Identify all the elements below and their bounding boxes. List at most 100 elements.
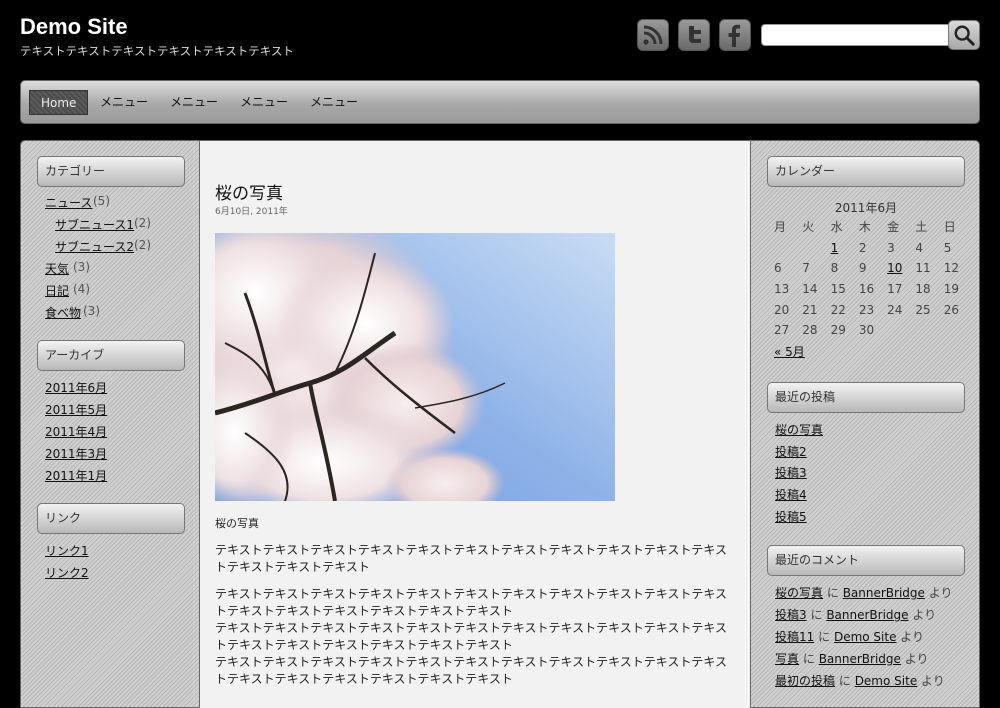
calendar-day: 26 <box>943 302 959 317</box>
comment-post-link[interactable]: 写真 <box>775 652 799 666</box>
recent-posts-title: 最近の投稿 <box>767 382 965 413</box>
calendar-day-link[interactable]: 1 <box>824 238 852 259</box>
archive-link[interactable]: 2011年5月 <box>45 401 107 418</box>
calendar-day: 13 <box>774 282 790 297</box>
comment-author-link[interactable]: BannerBridge <box>843 586 925 600</box>
comment-author-link[interactable]: BannerBridge <box>819 652 901 666</box>
calendar-day: 27 <box>774 323 790 338</box>
calendar-day: 24 <box>887 302 903 317</box>
comment-connector: に <box>826 586 839 600</box>
category-count: (5) <box>93 194 110 208</box>
nav-menu-1[interactable]: メニュー <box>100 90 148 115</box>
twitter-button[interactable] <box>678 19 710 51</box>
recent-comments-title: 最近のコメント <box>767 545 965 576</box>
archive-link[interactable]: 2011年1月 <box>45 467 107 484</box>
post-paragraph: テキストテキストテキストテキストテキストテキストテキストテキストテキストテキスト… <box>215 587 728 686</box>
calendar-day: 30 <box>858 323 875 338</box>
calendar-weekday: 木 <box>858 220 871 234</box>
category-link[interactable]: ニュース <box>45 194 92 211</box>
post-date: 6月10日, 2011年 <box>215 207 288 217</box>
recent-post-link[interactable]: 投稿5 <box>775 508 807 525</box>
nav-home[interactable]: Home <box>29 90 89 115</box>
recent-post-link[interactable]: 桜の写真 <box>775 421 823 438</box>
comment-connector: に <box>838 674 851 688</box>
category-link[interactable]: サブニュース1 <box>55 216 134 233</box>
calendar-weekday: 土 <box>915 220 928 234</box>
calendar-day: 28 <box>802 323 818 338</box>
post-title[interactable]: 桜の写真 <box>215 179 283 204</box>
nav-menu-4[interactable]: メニュー <box>310 90 358 115</box>
comment-suffix: より <box>921 674 945 688</box>
calendar-day: 17 <box>887 282 903 297</box>
calendar-weekday: 日 <box>943 220 956 234</box>
calendar-week-row: 27 28 29 30 <box>767 320 965 341</box>
category-link[interactable]: サブニュース2 <box>55 238 134 255</box>
calendar-day: 25 <box>915 302 931 317</box>
calendar-caption: 2011年6月 <box>834 201 898 215</box>
cherry-blossom-photo <box>215 233 615 501</box>
search-button[interactable] <box>948 20 980 50</box>
rss-button[interactable] <box>637 19 669 51</box>
calendar-day <box>767 238 795 259</box>
categories-title: カテゴリー <box>37 156 185 187</box>
comment-post-link[interactable]: 投稿11 <box>775 630 814 644</box>
comment-author-link[interactable]: Demo Site <box>834 630 897 644</box>
category-link[interactable]: 日記 <box>45 282 69 299</box>
calendar-day: 18 <box>915 282 931 297</box>
category-link[interactable]: 食べ物 <box>45 304 81 321</box>
calendar-prev-month-link[interactable]: « 5月 <box>774 345 805 359</box>
nav-menu-3[interactable]: メニュー <box>240 90 288 115</box>
rss-icon <box>643 25 663 45</box>
recent-post-link[interactable]: 投稿4 <box>775 486 807 503</box>
blogroll-link[interactable]: リンク1 <box>45 542 89 559</box>
calendar-day: 29 <box>830 323 846 338</box>
recent-post-link[interactable]: 投稿2 <box>775 443 807 460</box>
comment-post-link[interactable]: 桜の写真 <box>775 586 823 600</box>
site-header: Demo Site テキストテキストテキストテキストテキストテキスト <box>0 0 1000 80</box>
calendar-day: 3 <box>887 240 895 255</box>
calendar-week-row: 20 21 22 23 24 25 26 <box>767 300 965 321</box>
comment-author-link[interactable]: BannerBridge <box>826 608 908 622</box>
calendar-day-link[interactable]: 10 <box>880 258 908 279</box>
comment-post-link[interactable]: 最初の投稿 <box>775 674 835 688</box>
twitter-icon <box>689 26 701 43</box>
calendar-day: 8 <box>830 261 839 276</box>
archive-link[interactable]: 2011年6月 <box>45 379 107 396</box>
comment-connector: に <box>802 652 815 666</box>
calendar-week-row: 12 3 4 5 <box>767 238 965 259</box>
calendar-day: 6 <box>774 261 782 276</box>
blogroll-link[interactable]: リンク2 <box>45 564 89 581</box>
facebook-icon <box>728 24 741 47</box>
calendar-weekday: 水 <box>830 220 843 234</box>
calendar-day <box>880 320 908 341</box>
calendar-day: 16 <box>858 282 875 297</box>
calendar-weekday: 火 <box>802 220 815 234</box>
search-icon <box>954 25 975 46</box>
facebook-button[interactable] <box>719 19 751 51</box>
calendar-day <box>795 238 823 259</box>
category-count: (4) <box>73 282 90 296</box>
search-input[interactable] <box>761 24 951 46</box>
calendar-grid: 1 2 3 4 5 6 7 8 9 10 11 12 13 14 15 16 17 18 19 20 21 22 23 24 2… <box>767 238 965 341</box>
comment-post-link[interactable]: 投稿3 <box>775 608 807 622</box>
calendar-day: 14 <box>802 282 818 297</box>
recent-comment-item: 投稿3 に BannerBridge より <box>775 606 936 623</box>
calendar-day: 7 <box>802 261 810 276</box>
archive-link[interactable]: 2011年3月 <box>45 445 107 462</box>
recent-post-link[interactable]: 投稿3 <box>775 464 807 481</box>
comment-suffix: より <box>900 630 925 644</box>
calendar-weekday: 金 <box>887 220 900 234</box>
site-title[interactable]: Demo Site <box>20 14 128 40</box>
archive-link[interactable]: 2011年4月 <box>45 423 107 440</box>
comment-author-link[interactable]: Demo Site <box>855 674 918 688</box>
calendar-day: 15 <box>830 282 846 297</box>
calendar-day: 12 <box>943 261 959 276</box>
comment-suffix: より <box>928 586 953 600</box>
recent-comment-item: 写真 に BannerBridge より <box>775 650 929 667</box>
calendar-day: 11 <box>915 261 931 276</box>
category-link[interactable]: 天気 <box>45 260 69 277</box>
calendar: 2011年6月 月火水木金土日 1 2 3 4 5 6 7 8 9 10 11 12 13 14 15 16 1… <box>767 199 965 363</box>
calendar-day: 20 <box>774 302 790 317</box>
nav-menu-2[interactable]: メニュー <box>170 90 218 115</box>
comment-connector: に <box>818 630 831 644</box>
